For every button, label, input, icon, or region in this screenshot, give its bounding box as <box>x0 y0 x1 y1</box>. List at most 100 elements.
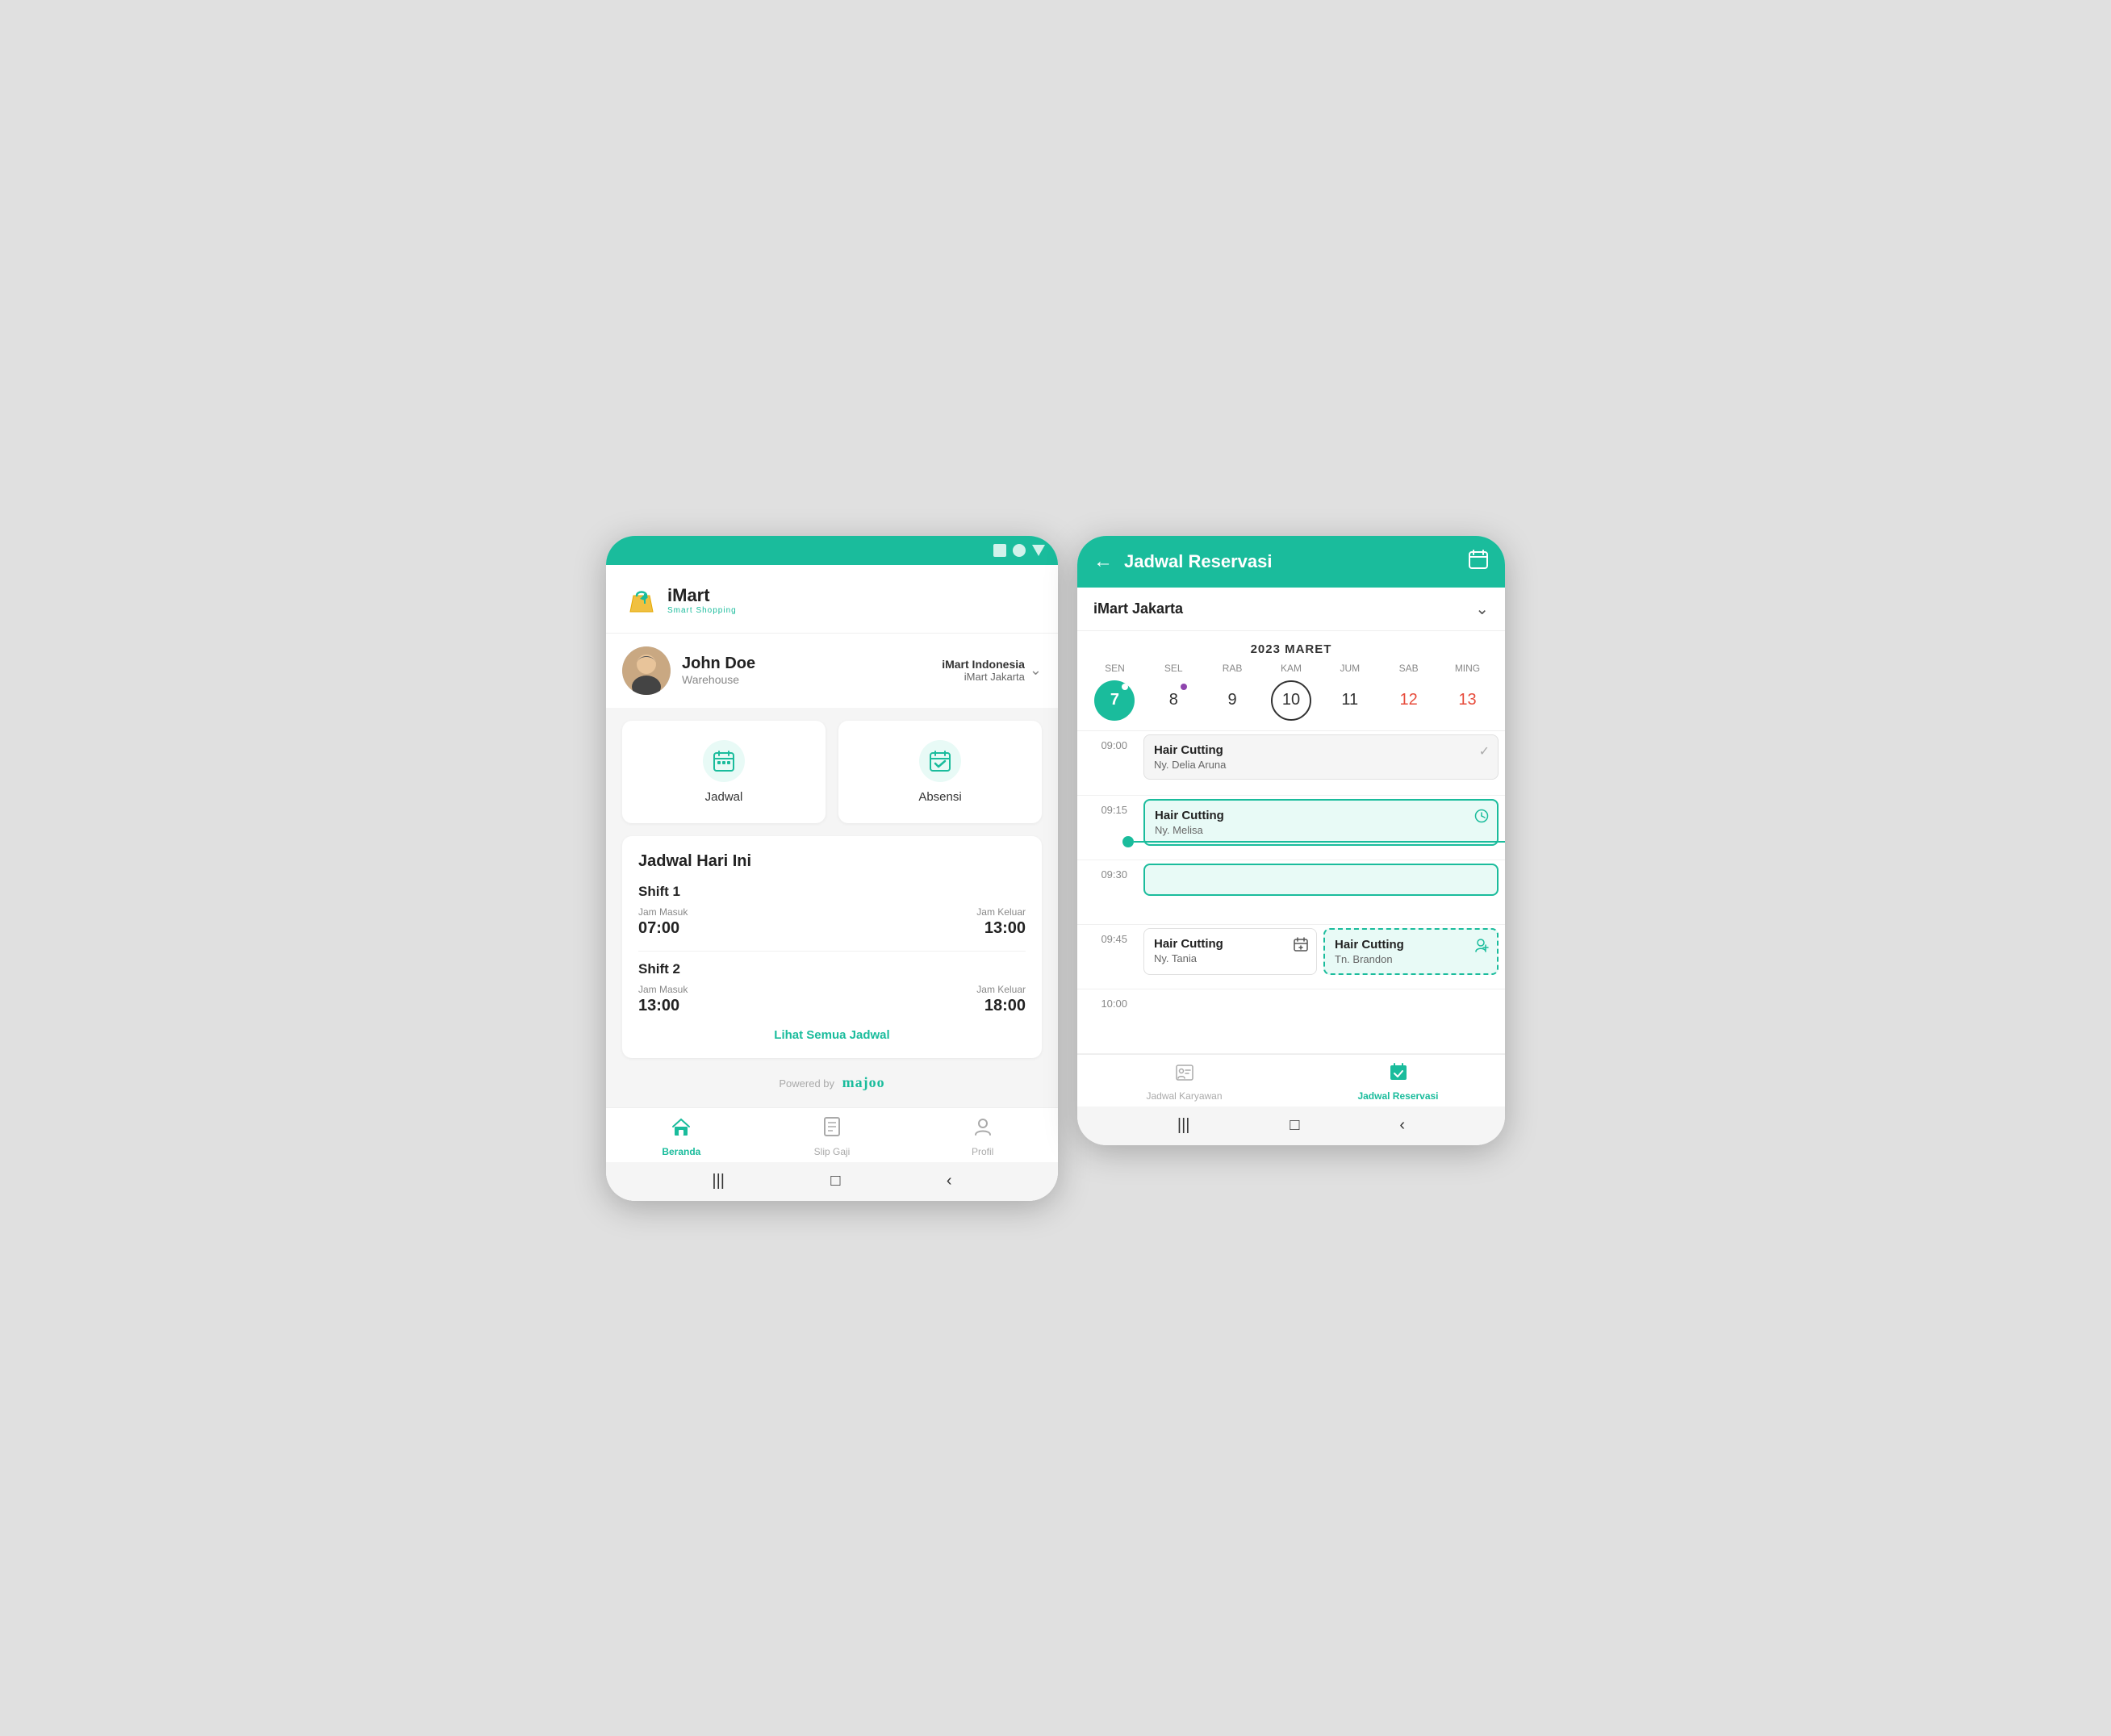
res-card-tania-sub: Ny. Tania <box>1154 952 1306 964</box>
cal-date-13[interactable]: 13 <box>1447 680 1487 721</box>
shift1-name: Shift 1 <box>638 884 1026 900</box>
beranda-label: Beranda <box>662 1146 700 1157</box>
shift1-keluar-time: 13:00 <box>984 919 1026 937</box>
shift1-masuk: Jam Masuk 07:00 <box>638 906 688 938</box>
action-card-absensi[interactable]: Absensi <box>838 721 1042 823</box>
profil-svg-icon <box>972 1116 993 1137</box>
status-bar <box>606 536 1058 565</box>
nav-slip-gaji[interactable]: Slip Gaji <box>757 1116 908 1157</box>
res-card-tania[interactable]: Hair Cutting Ny. Tania <box>1143 928 1317 975</box>
logo-text: iMart <box>667 585 737 606</box>
day-KAM: KAM <box>1271 663 1311 674</box>
bottom-nav: Beranda Slip Gaji <box>606 1107 1058 1162</box>
android-home-icon[interactable]: □ <box>830 1172 840 1190</box>
res-card-melisa-cont <box>1143 864 1499 896</box>
timeline-content-1000 <box>1134 989 1505 1053</box>
avatar-svg <box>622 646 671 695</box>
res-card-delia[interactable]: Hair Cutting Ny. Delia Aruna ✓ <box>1143 734 1499 780</box>
jadwal-reservasi-svg <box>1389 1063 1408 1082</box>
timeline-row-0900: 09:00 Hair Cutting Ny. Delia Aruna ✓ <box>1077 731 1505 796</box>
time-label-1000: 10:00 <box>1077 989 1134 1053</box>
back-button[interactable]: ← <box>1093 550 1113 573</box>
cal-date-9[interactable]: 9 <box>1212 680 1252 721</box>
slip-gaji-svg-icon <box>821 1116 842 1137</box>
nav-jadwal-karyawan[interactable]: Jadwal Karyawan <box>1077 1063 1291 1102</box>
app-header: iMart Smart Shopping <box>606 565 1058 634</box>
powered-by: Powered by majoo <box>606 1058 1058 1107</box>
cal-date-8[interactable]: 8 <box>1153 680 1193 721</box>
nav-profil[interactable]: Profil <box>907 1116 1058 1157</box>
android-home-icon2[interactable]: □ <box>1290 1116 1299 1135</box>
shift2-keluar-label: Jam Keluar <box>976 984 1026 995</box>
day-RAB: RAB <box>1212 663 1252 674</box>
android-recents-icon2[interactable]: ‹ <box>1399 1116 1405 1135</box>
android-recents-icon[interactable]: ‹ <box>947 1172 952 1190</box>
res-card-tania-title: Hair Cutting <box>1154 937 1306 951</box>
shift2-keluar-time: 18:00 <box>984 997 1026 1014</box>
android-nav-bar: ||| □ ‹ <box>606 1162 1058 1201</box>
action-card-jadwal[interactable]: Jadwal <box>622 721 826 823</box>
res-card-melisa-title: Hair Cutting <box>1155 809 1487 822</box>
nav-jadwal-reservasi[interactable]: Jadwal Reservasi <box>1291 1063 1505 1102</box>
day-JUM: JUM <box>1330 663 1370 674</box>
jadwal-karyawan-icon <box>1175 1063 1194 1087</box>
majoo-logo: majoo <box>842 1074 885 1091</box>
app-content: iMart Smart Shopping <box>606 565 1058 1201</box>
shift1-masuk-time: 07:00 <box>638 919 679 937</box>
cal-date-12[interactable]: 12 <box>1389 680 1429 721</box>
calendar-svg-icon2 <box>1468 549 1489 570</box>
timeline-indicator-row: 09:15 Hair Cutting Ny. Melisa <box>1077 796 1505 860</box>
absensi-icon <box>919 740 961 782</box>
shift1-masuk-label: Jam Masuk <box>638 906 688 918</box>
cal-date-11[interactable]: 11 <box>1330 680 1370 721</box>
res-card-tania-icon <box>1294 937 1308 956</box>
shift2-block: Shift 2 Jam Masuk 13:00 Jam Keluar 18:00 <box>638 961 1026 1015</box>
avatar <box>622 646 671 695</box>
location-name: iMart Jakarta <box>1093 600 1183 617</box>
cal-date-7[interactable]: 7 <box>1094 680 1135 721</box>
timeline-row-1000: 10:00 <box>1077 989 1505 1054</box>
calendar-month-year: 2023 MARET <box>1077 631 1505 663</box>
cal-date-10[interactable]: 10 <box>1271 680 1311 721</box>
beranda-icon <box>671 1116 692 1143</box>
shift2-keluar: Jam Keluar 18:00 <box>976 984 1026 1015</box>
user-bar: John Doe Warehouse iMart Indonesia iMart… <box>606 634 1058 708</box>
user-role: Warehouse <box>682 673 755 686</box>
screen2-phone: ← Jadwal Reservasi iMart Jakarta ⌄ 2023 … <box>1077 536 1505 1145</box>
time-indicator <box>1077 836 1505 847</box>
res-card-delia-title: Hair Cutting <box>1154 743 1488 757</box>
schedule-card: Jadwal Hari Ini Shift 1 Jam Masuk 07:00 … <box>622 836 1042 1058</box>
company-branch: iMart Jakarta <box>942 671 1025 683</box>
res-card-melisa-icon <box>1474 809 1489 827</box>
android-nav-bar2: ||| □ ‹ <box>1077 1106 1505 1145</box>
top-bar2-left: ← Jadwal Reservasi <box>1093 550 1272 573</box>
time-indicator-line <box>1134 841 1505 843</box>
calendar-icon-button[interactable] <box>1468 549 1489 575</box>
profil-icon <box>972 1116 993 1143</box>
schedule-title: Jadwal Hari Ini <box>638 852 1026 871</box>
nav-beranda[interactable]: Beranda <box>606 1116 757 1157</box>
lihat-semua-button[interactable]: Lihat Semua Jadwal <box>638 1028 1026 1042</box>
time-label-0915: 09:15 <box>1077 796 1134 860</box>
time-label-0930: 09:30 <box>1077 860 1134 924</box>
date7-dot <box>1122 684 1128 690</box>
res-card-brandon[interactable]: Hair Cutting Tn. Brandon <box>1323 928 1499 975</box>
shift2-row: Jam Masuk 13:00 Jam Keluar 18:00 <box>638 984 1026 1015</box>
shift2-name: Shift 2 <box>638 961 1026 977</box>
location-picker[interactable]: iMart Jakarta ⌄ <box>1077 588 1505 631</box>
calendar: 2023 MARET SEN SEL RAB KAM JUM SAB MING … <box>1077 631 1505 730</box>
android-back-icon[interactable]: ||| <box>712 1172 725 1190</box>
shift2-masuk-time: 13:00 <box>638 997 679 1014</box>
shift-divider <box>638 951 1026 952</box>
location-dropdown-icon: ⌄ <box>1475 599 1489 619</box>
person-add-svg <box>1474 938 1489 952</box>
res-card-brandon-sub: Tn. Brandon <box>1335 953 1487 965</box>
company-dropdown-icon: ⌄ <box>1030 662 1042 679</box>
android-back-icon2[interactable]: ||| <box>1177 1116 1190 1135</box>
day-MING: MING <box>1447 663 1487 674</box>
day-SEL: SEL <box>1153 663 1193 674</box>
jadwal-svg-icon <box>713 750 735 772</box>
company-info[interactable]: iMart Indonesia iMart Jakarta ⌄ <box>942 658 1042 683</box>
timeline-row-0945: 09:45 Hair Cutting Ny. Tania <box>1077 925 1505 989</box>
shift1-keluar-label: Jam Keluar <box>976 906 1026 918</box>
